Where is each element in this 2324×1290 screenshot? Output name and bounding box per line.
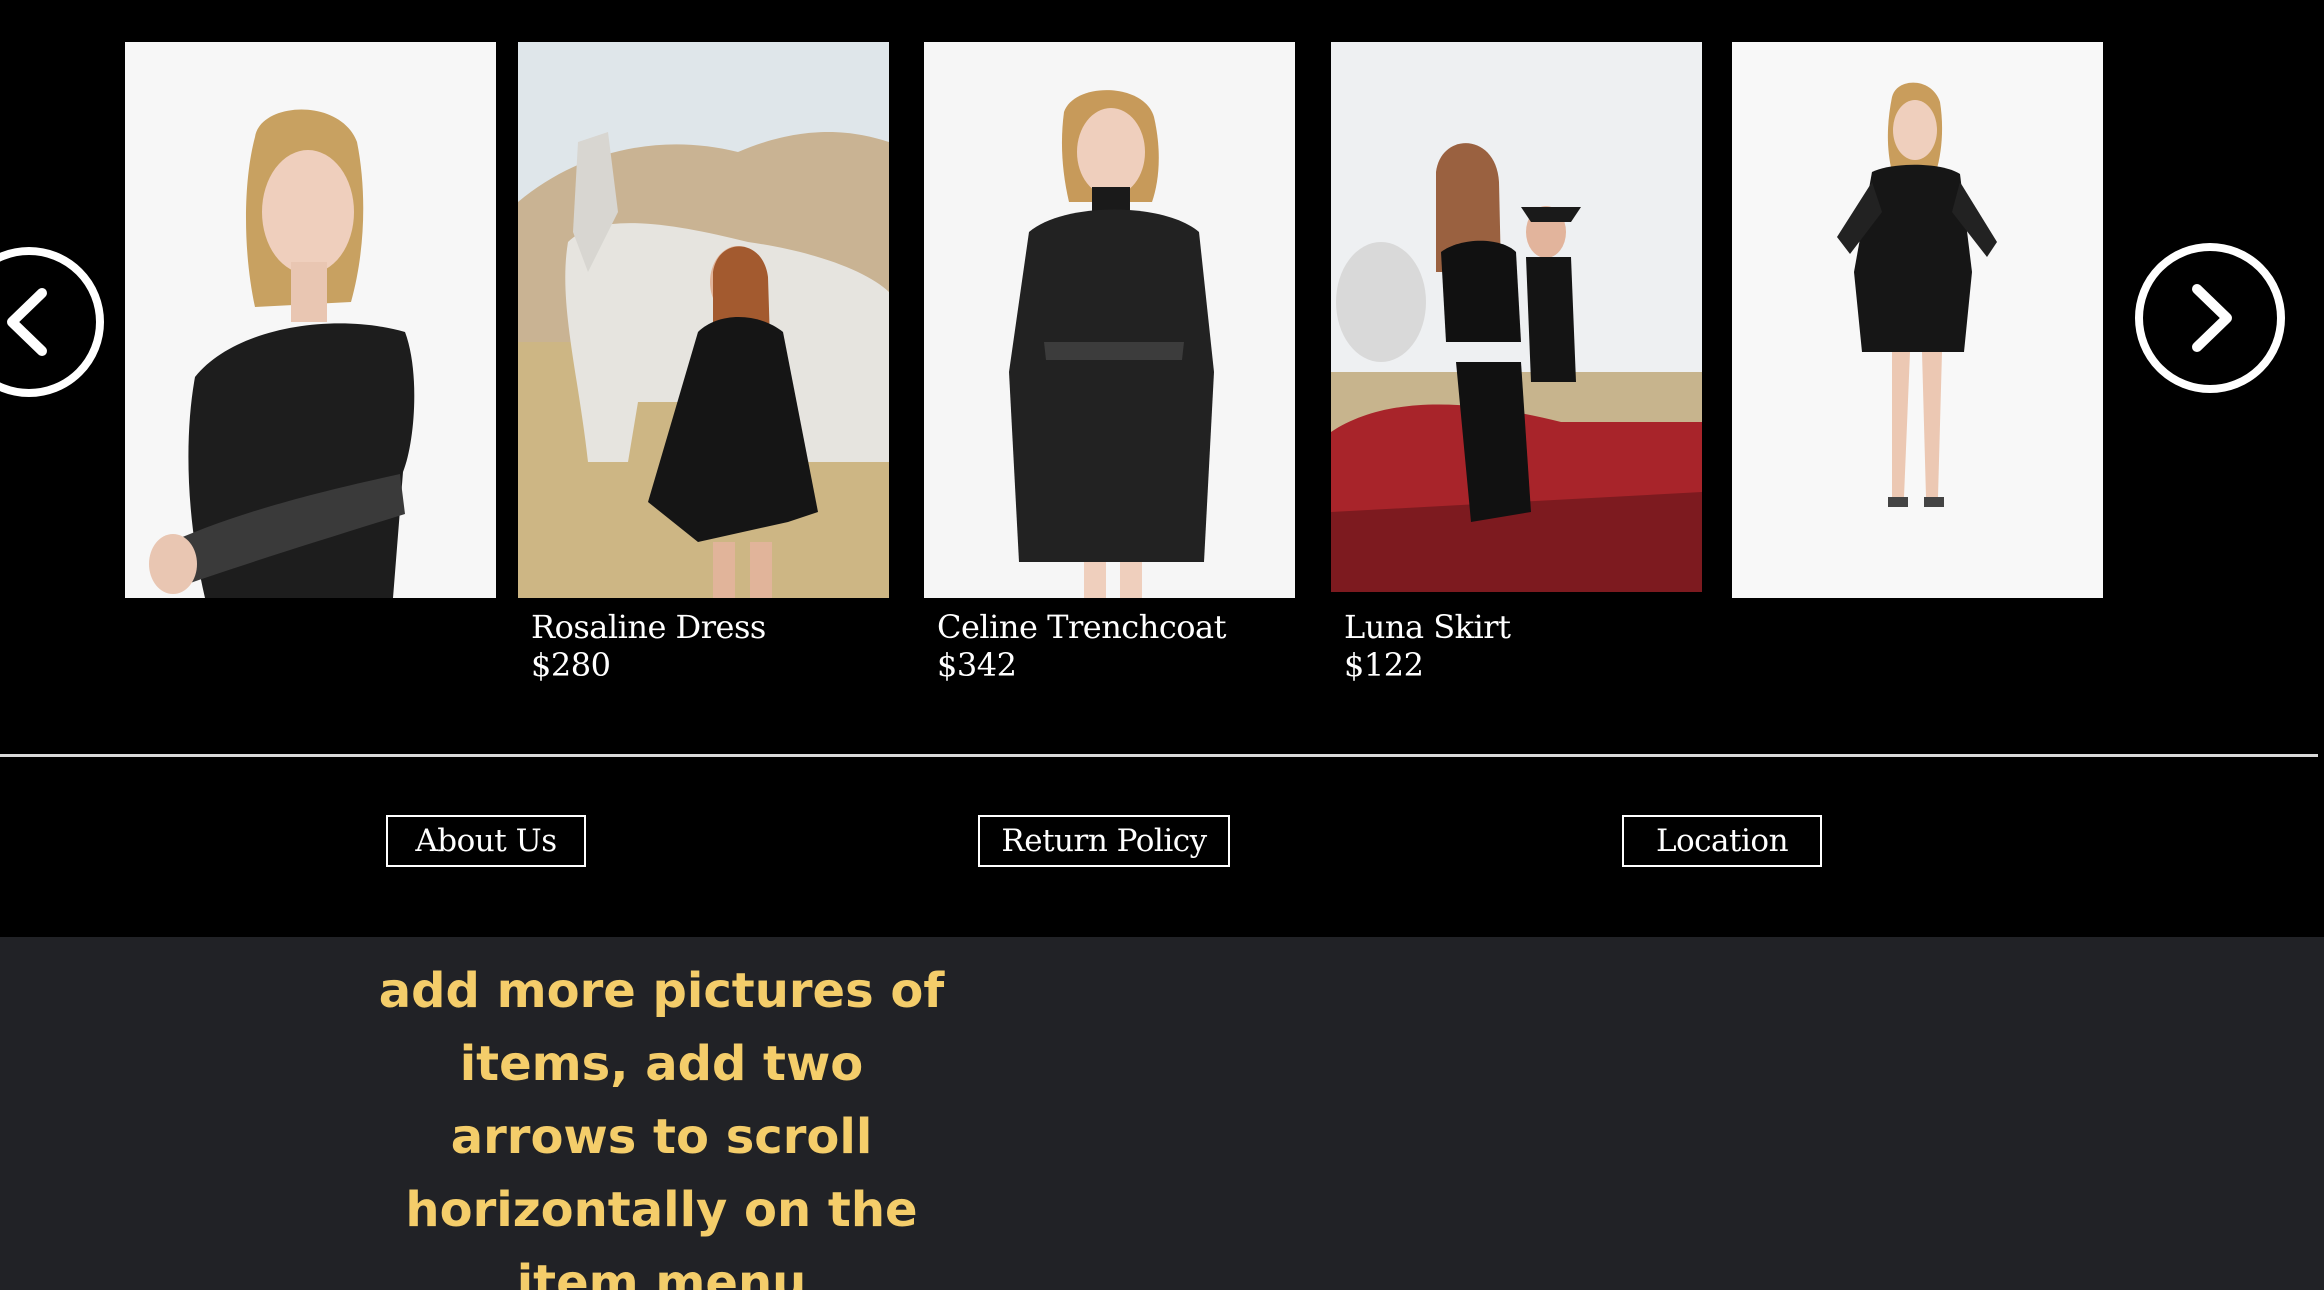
item-carousel: Rosaline Dress $280 Celine Trenchcoat $3… xyxy=(0,0,2324,756)
footer-nav: About Us Return Policy Location xyxy=(0,757,2324,937)
product-photo[interactable] xyxy=(518,42,889,598)
chevron-right-icon xyxy=(2192,284,2232,352)
product-card[interactable]: Luna Skirt $122 xyxy=(1331,42,1702,684)
product-photo[interactable] xyxy=(924,42,1295,598)
product-photo[interactable] xyxy=(1732,42,2103,598)
prev-arrow-button[interactable] xyxy=(0,247,104,397)
return-policy-button[interactable]: Return Policy xyxy=(978,815,1230,867)
product-price: $342 xyxy=(937,646,1017,684)
product-price: $122 xyxy=(1344,646,1424,684)
product-name: Celine Trenchcoat xyxy=(937,608,1226,646)
product-price: $280 xyxy=(531,646,611,684)
about-us-button[interactable]: About Us xyxy=(386,815,586,867)
product-card[interactable]: Celine Trenchcoat $342 xyxy=(924,42,1295,684)
design-note-panel: add more pictures of items, add two arro… xyxy=(0,937,2324,1290)
product-card[interactable] xyxy=(125,42,496,598)
product-name: Rosaline Dress xyxy=(531,608,766,646)
product-card[interactable]: Rosaline Dress $280 xyxy=(518,42,889,684)
product-name: Luna Skirt xyxy=(1344,608,1511,646)
location-button[interactable]: Location xyxy=(1622,815,1822,867)
next-arrow-button[interactable] xyxy=(2135,243,2285,393)
product-card[interactable] xyxy=(1732,42,2103,598)
design-note-text: add more pictures of items, add two arro… xyxy=(378,963,945,1290)
chevron-left-icon xyxy=(7,288,47,356)
product-photo[interactable] xyxy=(125,42,496,598)
product-photo[interactable] xyxy=(1331,42,1702,592)
